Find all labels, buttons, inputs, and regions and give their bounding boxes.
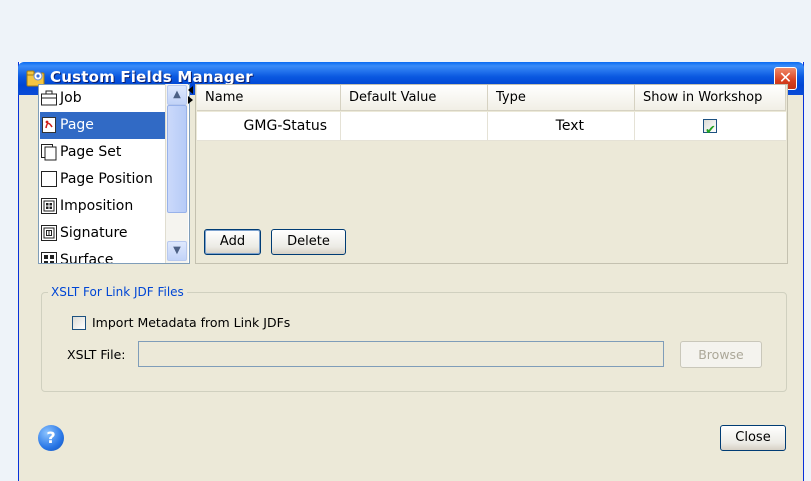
table-row[interactable]: GMG-Status Text ✔ <box>197 112 786 141</box>
cell-name[interactable]: GMG-Status <box>197 112 341 141</box>
page-position-icon <box>41 171 57 187</box>
import-metadata-checkbox[interactable] <box>72 316 86 330</box>
job-icon <box>41 90 57 106</box>
cell-show-in-workshop[interactable]: ✔ <box>635 112 786 141</box>
table-header: Name Default Value Type Show in Workshop <box>197 85 786 111</box>
pdf-page-icon <box>42 117 56 133</box>
chevron-down-icon: ▼ <box>173 245 181 256</box>
scroll-up-button[interactable]: ▲ <box>167 85 187 105</box>
scroll-thumb[interactable] <box>167 105 187 213</box>
splitter-collapse-left-icon[interactable] <box>188 86 193 94</box>
list-item-page-position[interactable]: Page Position <box>40 166 165 193</box>
list-item-signature[interactable]: Signature <box>40 220 165 247</box>
xslt-file-label: XSLT File: <box>67 347 126 362</box>
browse-button[interactable]: Browse <box>680 341 762 368</box>
close-button[interactable]: Close <box>720 425 786 451</box>
show-in-workshop-checkbox[interactable]: ✔ <box>703 119 717 138</box>
xslt-group-title: XSLT For Link JDF Files <box>48 285 187 299</box>
add-button[interactable]: Add <box>204 229 261 255</box>
cell-type[interactable]: Text <box>488 112 635 141</box>
checkmark-icon: ✔ <box>705 123 716 138</box>
list-item-job[interactable]: Job <box>40 85 165 112</box>
scroll-down-button[interactable]: ▼ <box>167 241 187 261</box>
custom-fields-table[interactable]: Name Default Value Type Show in Workshop… <box>197 85 786 216</box>
column-header-default-value[interactable]: Default Value <box>341 85 488 111</box>
column-header-show-in-workshop[interactable]: Show in Workshop <box>635 85 786 111</box>
delete-button[interactable]: Delete <box>271 229 346 255</box>
page-set-icon <box>41 144 57 161</box>
help-icon: ? <box>46 428 56 447</box>
column-header-type[interactable]: Type <box>488 85 635 111</box>
list-item-page-set[interactable]: Page Set <box>40 139 165 166</box>
column-header-name[interactable]: Name <box>197 85 341 111</box>
surface-icon <box>41 252 57 263</box>
object-list-scrollbar[interactable]: ▲ ▼ <box>165 84 188 263</box>
help-button[interactable]: ? <box>38 425 64 451</box>
signature-icon <box>41 225 57 241</box>
list-item-surface[interactable]: Surface <box>40 247 165 263</box>
list-item-page[interactable]: Page <box>40 112 165 139</box>
cell-default-value[interactable] <box>341 112 488 141</box>
list-item-imposition[interactable]: Imposition <box>40 193 165 220</box>
splitter-expand-right-icon[interactable] <box>188 96 193 104</box>
xslt-file-input[interactable] <box>138 341 664 367</box>
chevron-up-icon: ▲ <box>173 89 181 100</box>
imposition-icon <box>41 198 57 214</box>
import-metadata-label[interactable]: Import Metadata from Link JDFs <box>92 315 290 330</box>
